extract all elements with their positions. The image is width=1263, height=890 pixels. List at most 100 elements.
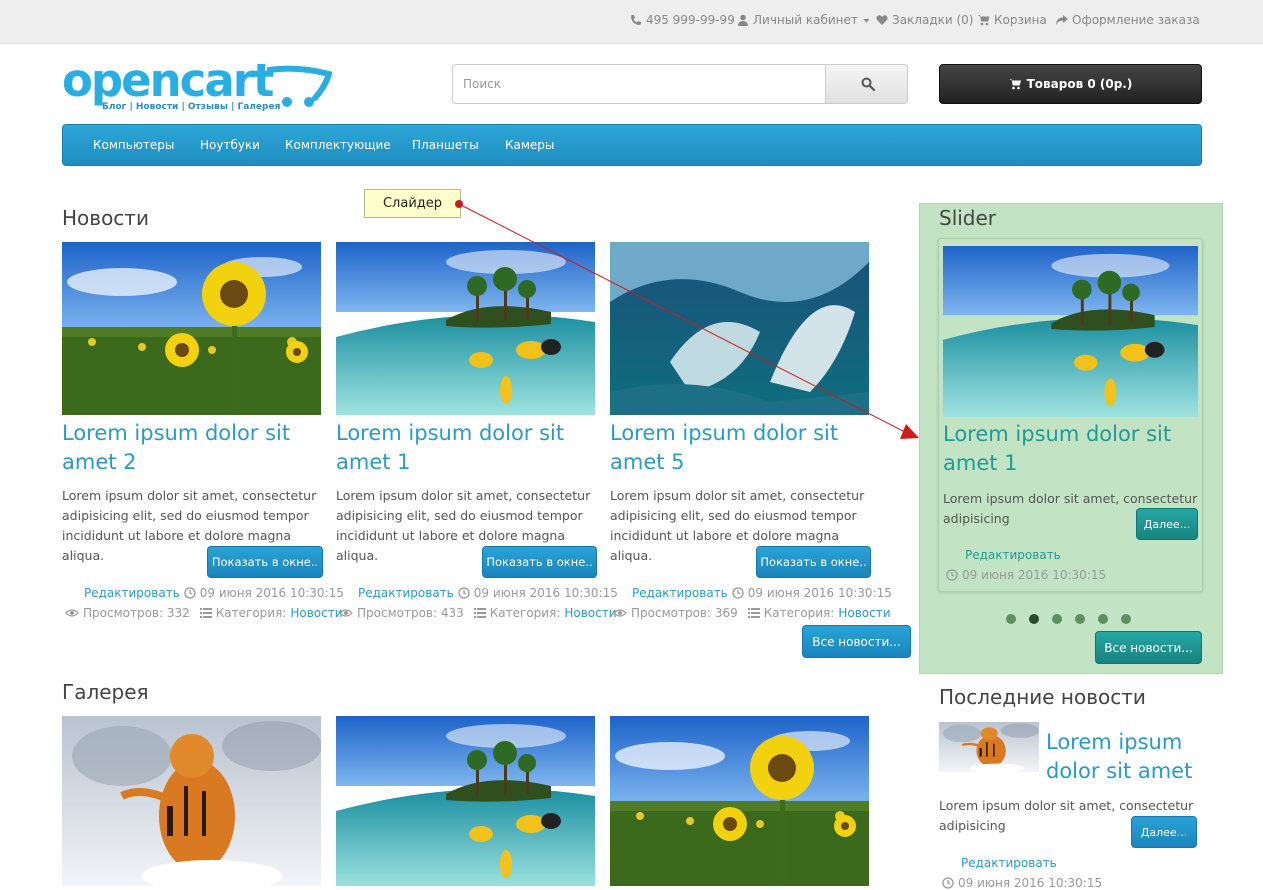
slider-meta-row: Редактировать <box>965 548 1061 562</box>
slider-date-row: 09 июня 2016 10:30:15 <box>946 568 1106 582</box>
edit-link[interactable]: Редактировать <box>358 586 454 600</box>
slider-image-island[interactable] <box>943 246 1198 417</box>
latest-edit-link[interactable]: Редактировать <box>961 856 1057 870</box>
cart-button[interactable]: Товаров 0 (0р.) <box>939 64 1202 104</box>
search-icon <box>861 77 875 91</box>
latest-more-button[interactable]: Далее... <box>1131 816 1197 848</box>
show-in-window-button[interactable]: Показать в окне.. <box>207 546 323 578</box>
wishlist-text: Закладки (0) <box>892 13 974 27</box>
news-views: Просмотров: 369 <box>631 606 738 620</box>
news-category-label: Категория: <box>763 606 835 620</box>
menu-item-cameras[interactable]: Камеры <box>505 138 554 152</box>
list-icon <box>199 608 212 618</box>
search-box <box>452 64 908 104</box>
edit-link[interactable]: Редактировать <box>632 586 728 600</box>
cart-link[interactable]: Корзина <box>978 13 1047 27</box>
show-in-window-button[interactable]: Показать в окне.. <box>482 546 597 578</box>
phone-text: 495 999-99-99 <box>646 13 735 27</box>
slider-more-button[interactable]: Далее... <box>1136 508 1198 540</box>
news-category-link[interactable]: Новости <box>564 606 616 620</box>
slider-heading: Slider <box>939 206 997 230</box>
gallery-image-sunflower[interactable] <box>610 716 869 886</box>
top-bar: 495 999-99-99 Личный кабинет Закладки (0… <box>0 0 1263 44</box>
eye-icon <box>65 609 79 617</box>
news-meta-row: Редактировать 09 июня 2016 10:30:15 <box>632 586 892 600</box>
slider-all-news-button[interactable]: Все новости... <box>1095 631 1202 664</box>
gallery-image-tiger[interactable] <box>62 716 321 886</box>
news-meta-row: Редактировать 09 июня 2016 10:30:15 <box>358 586 618 600</box>
site-logo[interactable]: opencart Блог | Новости | Отзывы | Галер… <box>62 54 332 118</box>
latest-news-image-tiger[interactable] <box>939 722 1039 772</box>
latest-date-row: 09 июня 2016 10:30:15 <box>942 876 1102 890</box>
heart-icon <box>876 15 888 25</box>
logo-text: opencart <box>62 54 274 107</box>
search-input[interactable] <box>453 65 825 103</box>
clock-icon <box>458 587 470 599</box>
news-category-label: Категория: <box>215 606 287 620</box>
slider-dot[interactable] <box>1006 614 1016 624</box>
news-title[interactable]: Lorem ipsum dolor sit amet 5 <box>610 419 872 477</box>
slider-edit-link[interactable]: Редактировать <box>965 548 1061 562</box>
caret-down-icon <box>863 18 870 23</box>
slider-title[interactable]: Lorem ipsum dolor sit amet 1 <box>943 420 1198 478</box>
news-stats-row: Просмотров: 332 Категория: Новости <box>65 606 343 620</box>
news-image-sunflower[interactable] <box>62 242 321 415</box>
clock-icon <box>942 877 954 889</box>
news-image-island[interactable] <box>336 242 595 415</box>
all-news-button[interactable]: Все новости... <box>802 625 911 658</box>
slider-dot[interactable] <box>1052 614 1062 624</box>
clock-icon <box>946 569 958 581</box>
news-category-link[interactable]: Новости <box>290 606 342 620</box>
news-category-label: Категория: <box>489 606 561 620</box>
latest-news-heading: Последние новости <box>939 685 1146 709</box>
search-button[interactable] <box>825 65 907 103</box>
news-heading: Новости <box>62 206 149 230</box>
latest-news-title[interactable]: Lorem ipsum dolor sit amet <box>1046 728 1206 786</box>
shopping-cart-icon <box>1009 79 1021 90</box>
news-title[interactable]: Lorem ipsum dolor sit amet 2 <box>62 419 324 477</box>
latest-date: 09 июня 2016 10:30:15 <box>958 876 1103 890</box>
checkout-text: Оформление заказа <box>1072 13 1200 27</box>
wishlist-link[interactable]: Закладки (0) <box>876 13 973 27</box>
menu-item-tablets[interactable]: Планшеты <box>412 138 479 152</box>
phone-link[interactable]: 495 999-99-99 <box>630 13 735 27</box>
main-menu: Компьютеры Ноутбуки Комплектующие Планше… <box>62 124 1202 166</box>
share-icon <box>1056 15 1068 25</box>
cart-text: Корзина <box>994 13 1047 27</box>
shopping-cart-icon <box>978 15 990 26</box>
edit-link[interactable]: Редактировать <box>84 586 180 600</box>
news-category-link[interactable]: Новости <box>838 606 890 620</box>
gallery-image-island[interactable] <box>336 716 595 886</box>
slider-dot[interactable] <box>1098 614 1108 624</box>
news-title[interactable]: Lorem ipsum dolor sit amet 1 <box>336 419 598 477</box>
slider-dot[interactable] <box>1121 614 1131 624</box>
news-date: 09 июня 2016 10:30:15 <box>199 586 344 600</box>
list-icon <box>747 608 760 618</box>
menu-item-components[interactable]: Комплектующие <box>285 138 391 152</box>
latest-meta-row: Редактировать <box>961 856 1057 870</box>
slider-dot-active[interactable] <box>1029 614 1039 624</box>
account-text: Личный кабинет <box>753 13 858 27</box>
clock-icon <box>732 587 744 599</box>
list-icon <box>473 608 486 618</box>
clock-icon <box>184 587 196 599</box>
slider-dot[interactable] <box>1075 614 1085 624</box>
gallery-heading: Галерея <box>62 680 149 704</box>
menu-item-computers[interactable]: Компьютеры <box>93 138 174 152</box>
checkout-link[interactable]: Оформление заказа <box>1056 13 1200 27</box>
news-stats-row: Просмотров: 369 Категория: Новости <box>613 606 891 620</box>
slider-pagination <box>1006 614 1136 626</box>
annotation-callout: Слайдер <box>364 189 461 218</box>
logo-subtitle: Блог | Новости | Отзывы | Галерея <box>102 102 281 112</box>
account-dropdown[interactable]: Личный кабинет <box>737 13 871 27</box>
news-views: Просмотров: 332 <box>83 606 190 620</box>
slider-date: 09 июня 2016 10:30:15 <box>962 568 1107 582</box>
show-in-window-button[interactable]: Показать в окне.. <box>756 546 871 578</box>
eye-icon <box>339 609 353 617</box>
phone-icon <box>631 15 641 25</box>
news-date: 09 июня 2016 10:30:15 <box>473 586 618 600</box>
news-image-wave[interactable] <box>610 242 869 415</box>
news-views: Просмотров: 433 <box>357 606 464 620</box>
user-icon <box>738 14 748 26</box>
menu-item-laptops[interactable]: Ноутбуки <box>200 138 260 152</box>
